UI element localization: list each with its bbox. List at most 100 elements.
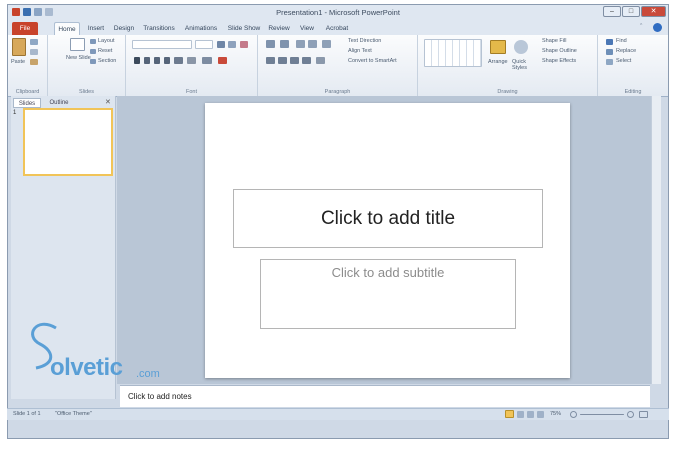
maximize-button[interactable]: □ xyxy=(622,6,640,17)
slide-thumbnail[interactable] xyxy=(23,108,113,176)
arrange-button[interactable]: Arrange xyxy=(488,59,508,65)
grow-font-icon[interactable] xyxy=(217,41,225,48)
format-painter-icon[interactable] xyxy=(30,59,38,65)
line-spacing-icon[interactable] xyxy=(322,40,331,48)
paragraph-group: Text Direction Align Text Convert to Sma… xyxy=(258,35,418,97)
shapes-gallery[interactable] xyxy=(424,39,482,67)
ribbon: Paste Clipboard New Slide Layout Reset S… xyxy=(8,35,668,97)
tab-transitions[interactable]: Transitions xyxy=(140,22,178,35)
columns-icon[interactable] xyxy=(316,57,325,64)
quick-styles-icon[interactable] xyxy=(514,40,528,54)
shrink-font-icon[interactable] xyxy=(228,41,236,48)
increase-indent-icon[interactable] xyxy=(308,40,317,48)
paragraph-group-label: Paragraph xyxy=(324,89,351,95)
font-name-dropdown[interactable] xyxy=(132,40,192,49)
arrange-icon[interactable] xyxy=(490,40,506,54)
replace-icon xyxy=(606,49,613,55)
cut-icon[interactable] xyxy=(30,39,38,45)
minimize-ribbon-icon[interactable]: ˆ xyxy=(640,24,648,32)
character-spacing-icon[interactable] xyxy=(187,57,196,64)
underline-icon[interactable] xyxy=(154,57,160,64)
change-case-icon[interactable] xyxy=(202,57,212,64)
select-icon xyxy=(606,59,613,65)
drawing-group-label: Drawing xyxy=(497,89,518,95)
slide[interactable]: Click to add title Click to add subtitle xyxy=(205,103,570,378)
tab-review[interactable]: Review xyxy=(266,22,292,35)
replace-button[interactable]: Replace xyxy=(616,48,636,54)
slide-number: 1 xyxy=(13,110,17,116)
zoom-in-icon[interactable] xyxy=(627,411,634,418)
find-button[interactable]: Find xyxy=(616,38,627,44)
font-size-dropdown[interactable] xyxy=(195,40,213,49)
new-slide-label[interactable]: New Slide xyxy=(66,55,91,61)
zoom-out-icon[interactable] xyxy=(570,411,577,418)
slideshow-view-icon[interactable] xyxy=(537,411,544,418)
font-color-icon[interactable] xyxy=(218,57,227,64)
editing-group: Find Replace Select Editing xyxy=(598,35,668,97)
tab-slides[interactable]: Slides xyxy=(13,98,41,108)
shape-effects-button[interactable]: Shape Effects xyxy=(542,58,576,64)
drawing-group: Arrange Quick Styles Shape Fill Shape Ou… xyxy=(418,35,598,97)
tab-slide-show[interactable]: Slide Show xyxy=(226,22,262,35)
new-slide-icon[interactable] xyxy=(70,38,85,51)
decrease-indent-icon[interactable] xyxy=(296,40,305,48)
quick-styles-button[interactable]: Quick Styles xyxy=(512,59,534,71)
paste-icon[interactable] xyxy=(12,38,26,56)
zoom-slider[interactable] xyxy=(580,414,624,415)
editing-group-label: Editing xyxy=(624,89,642,95)
shadow-icon[interactable] xyxy=(164,57,170,64)
shape-fill-button[interactable]: Shape Fill xyxy=(542,38,566,44)
layout-button[interactable]: Layout xyxy=(98,38,115,44)
clear-formatting-icon[interactable] xyxy=(240,41,248,48)
strikethrough-icon[interactable] xyxy=(174,57,183,64)
title-bar: Presentation1 - Microsoft PowerPoint – □… xyxy=(8,5,668,21)
justify-icon[interactable] xyxy=(302,57,311,64)
normal-view-icon[interactable] xyxy=(505,410,514,418)
reset-button[interactable]: Reset xyxy=(98,48,112,54)
bold-icon[interactable] xyxy=(134,57,140,64)
align-text-button[interactable]: Align Text xyxy=(348,48,372,54)
reading-view-icon[interactable] xyxy=(527,411,534,418)
minimize-button[interactable]: – xyxy=(603,6,621,17)
numbering-icon[interactable] xyxy=(280,40,289,48)
title-placeholder[interactable]: Click to add title xyxy=(233,189,543,248)
tab-outline[interactable]: Outline xyxy=(43,98,75,108)
select-button[interactable]: Select xyxy=(616,58,631,64)
paste-label[interactable]: Paste xyxy=(11,59,25,65)
subtitle-placeholder[interactable]: Click to add subtitle xyxy=(260,259,516,329)
theme-name: "Office Theme" xyxy=(55,411,92,417)
fit-slide-icon[interactable] xyxy=(639,411,648,418)
reset-icon xyxy=(90,49,96,54)
bullets-icon[interactable] xyxy=(266,40,275,48)
align-center-icon[interactable] xyxy=(278,57,287,64)
zoom-level[interactable]: 75% xyxy=(550,411,561,417)
tab-home[interactable]: Home xyxy=(54,22,80,35)
align-left-icon[interactable] xyxy=(266,57,275,64)
watermark: olvetic .com xyxy=(16,318,216,388)
close-pane-icon[interactable]: ✕ xyxy=(105,98,111,106)
slide-sorter-icon[interactable] xyxy=(517,411,524,418)
watermark-suffix: .com xyxy=(136,368,160,380)
vertical-scrollbar[interactable] xyxy=(651,96,661,384)
notes-pane[interactable]: Click to add notes xyxy=(120,385,650,407)
status-bar: Slide 1 of 1 "Office Theme" 75% xyxy=(7,408,669,420)
copy-icon[interactable] xyxy=(30,49,38,55)
text-direction-button[interactable]: Text Direction xyxy=(348,38,381,44)
tab-file[interactable]: File xyxy=(12,22,38,35)
tab-insert[interactable]: Insert xyxy=(84,22,108,35)
tab-acrobat[interactable]: Acrobat xyxy=(322,22,352,35)
font-group: Font xyxy=(126,35,258,97)
italic-icon[interactable] xyxy=(144,57,150,64)
tab-design[interactable]: Design xyxy=(112,22,136,35)
shape-outline-button[interactable]: Shape Outline xyxy=(542,48,577,54)
section-button[interactable]: Section xyxy=(98,58,116,64)
tab-view[interactable]: View xyxy=(296,22,318,35)
slide-info: Slide 1 of 1 xyxy=(13,411,41,417)
font-group-label: Font xyxy=(185,89,197,95)
convert-to-smartart-button[interactable]: Convert to SmartArt xyxy=(348,58,397,64)
align-right-icon[interactable] xyxy=(290,57,299,64)
help-icon[interactable] xyxy=(653,23,662,32)
close-button[interactable]: ✕ xyxy=(641,6,666,17)
tab-animations[interactable]: Animations xyxy=(182,22,220,35)
ribbon-tabs: File Home Insert Design Transitions Anim… xyxy=(8,21,668,35)
